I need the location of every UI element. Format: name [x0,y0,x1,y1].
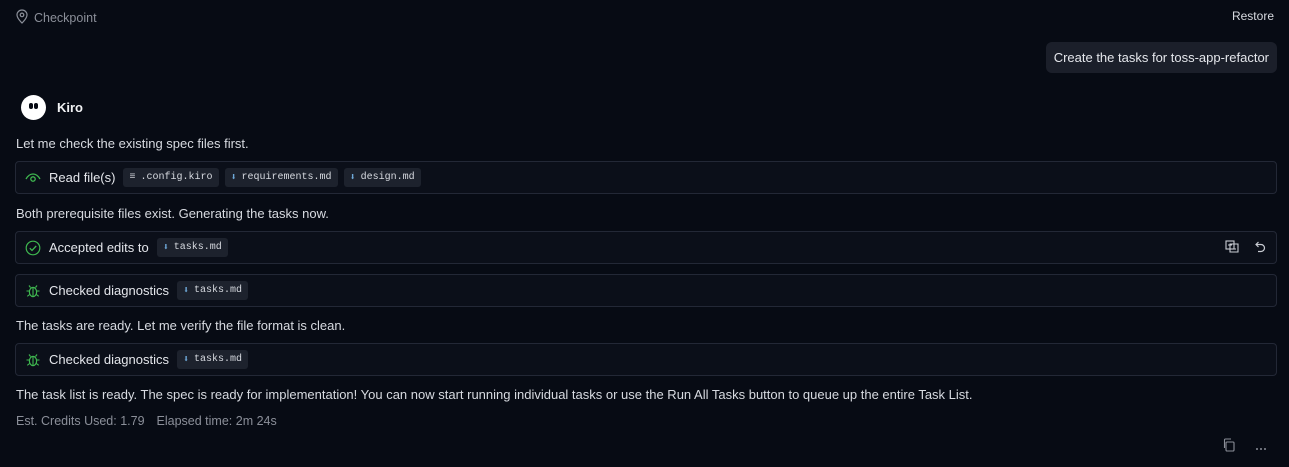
bug-icon [24,351,42,369]
agent-header: Kiro [21,95,83,120]
more-icon[interactable] [1255,439,1267,454]
agent-name: Kiro [57,100,83,115]
accepted-edits-card[interactable]: Accepted edits to ⬇ tasks.md [15,231,1277,264]
agent-message-4: The task list is ready. The spec is read… [16,387,973,402]
diagnostics-label-2: Checked diagnostics [49,352,169,367]
markdown-file-icon: ⬇ [182,285,189,297]
accepted-edits-label: Accepted edits to [49,240,149,255]
markdown-file-icon: ⬇ [182,354,189,366]
check-circle-icon [24,239,42,257]
agent-message-2: Both prerequisite files exist. Generatin… [16,206,329,221]
restore-button[interactable]: Restore [1232,9,1274,23]
checkpoint: Checkpoint [16,9,97,27]
diagnostics-card-1[interactable]: Checked diagnostics ⬇ tasks.md [15,274,1277,307]
undo-icon[interactable] [1253,240,1266,256]
credits-used: Est. Credits Used: 1.79 [16,414,145,428]
diagnostics-label-1: Checked diagnostics [49,283,169,298]
user-message: Create the tasks for toss-app-refactor [1045,42,1277,73]
file-icon: ≡ [129,172,136,183]
read-files-label: Read file(s) [49,170,116,185]
elapsed-time: Elapsed time: 2m 24s [156,414,277,428]
copy-icon[interactable] [1222,438,1235,455]
checkpoint-label: Checkpoint [34,11,97,25]
bug-icon [24,282,42,300]
file-chip-tasks[interactable]: ⬇ tasks.md [156,238,228,257]
usage-meta: Est. Credits Used: 1.79 Elapsed time: 2m… [16,414,277,428]
agent-message-1: Let me check the existing spec files fir… [16,136,249,151]
kiro-avatar [21,95,46,120]
read-files-card[interactable]: Read file(s) ≡ .config.kiro ⬇ requiremen… [15,161,1277,194]
user-message-text: Create the tasks for toss-app-refactor [1053,50,1269,65]
file-chip-tasks[interactable]: ⬇ tasks.md [176,350,249,369]
markdown-file-icon: ⬇ [349,172,356,184]
agent-message-3: The tasks are ready. Let me verify the f… [16,318,346,333]
markdown-file-icon: ⬇ [230,172,237,184]
file-chip-design[interactable]: ⬇ design.md [343,168,421,187]
markdown-file-icon: ⬇ [162,242,169,254]
file-chip-config[interactable]: ≡ .config.kiro [123,168,219,187]
file-chip-tasks[interactable]: ⬇ tasks.md [176,281,249,300]
eye-icon [24,169,42,187]
diagnostics-card-2[interactable]: Checked diagnostics ⬇ tasks.md [15,343,1277,376]
location-pin-icon [16,9,28,27]
file-chip-requirements[interactable]: ⬇ requirements.md [224,168,338,187]
message-actions [1222,438,1267,455]
compare-icon[interactable] [1225,239,1239,256]
